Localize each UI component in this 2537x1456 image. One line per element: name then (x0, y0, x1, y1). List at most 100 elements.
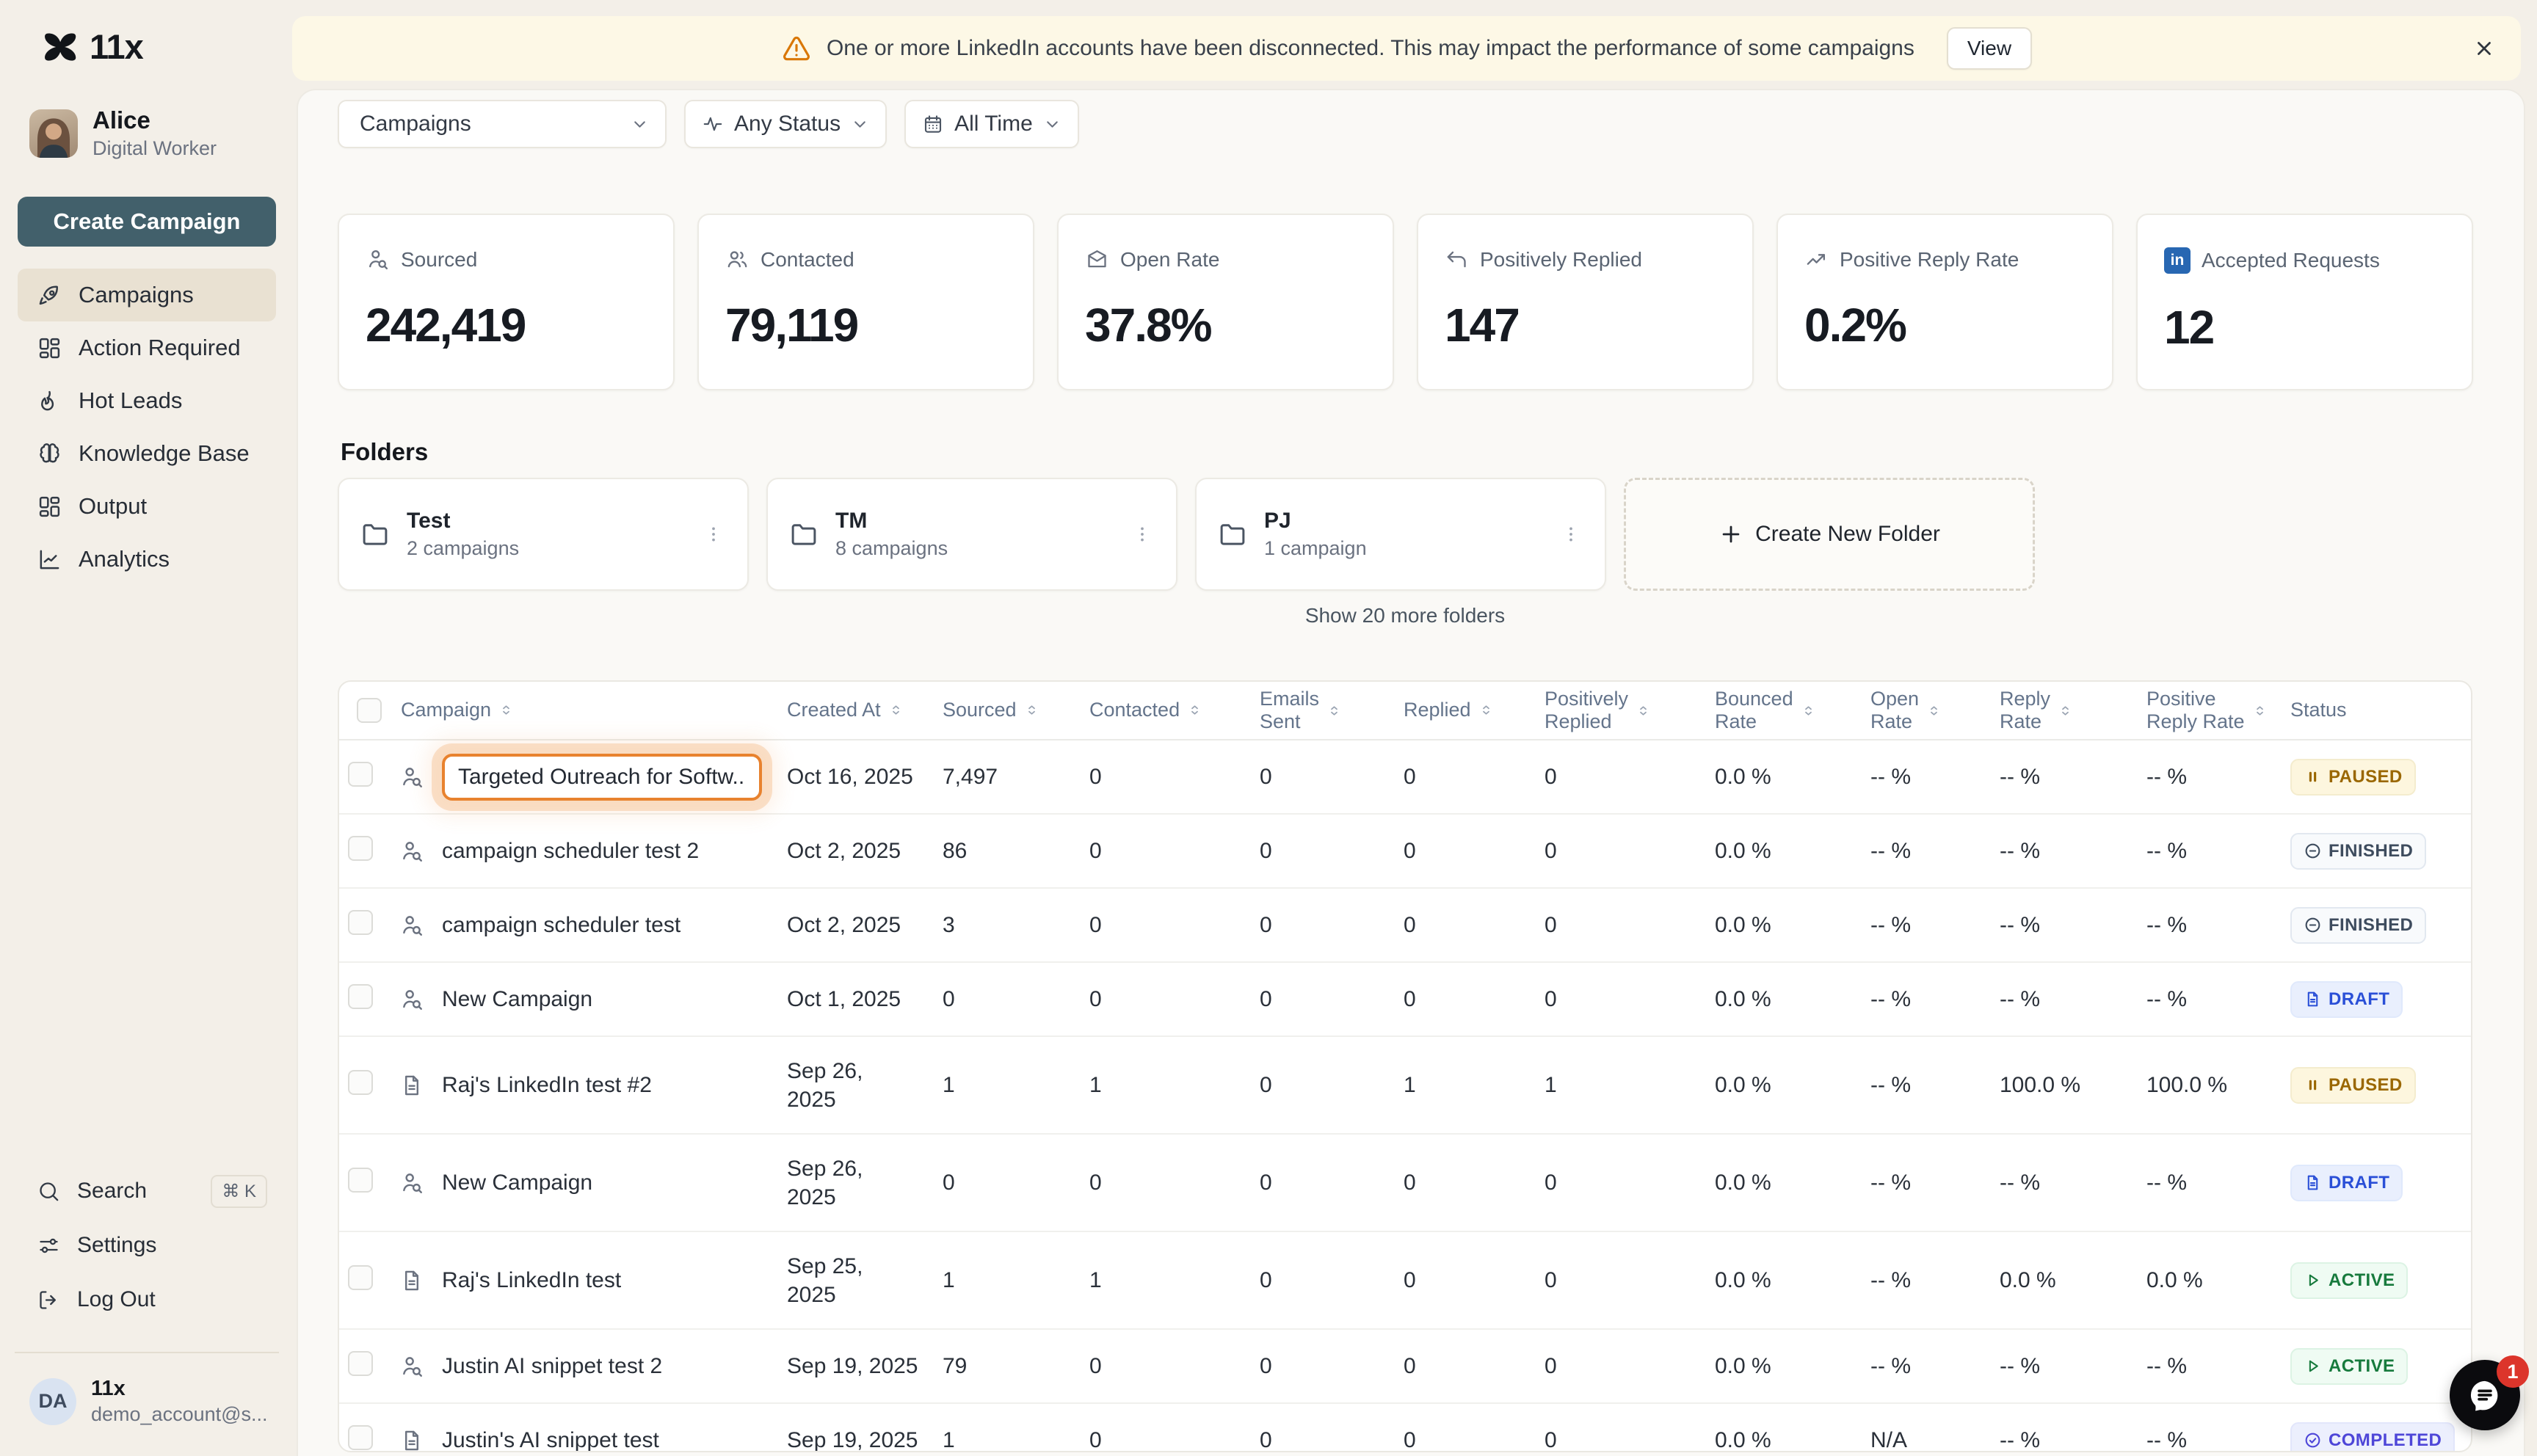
table-row[interactable]: New Campaign Sep 26, 2025 0 0 0 0 0 0.0 … (339, 1135, 2471, 1232)
stat-card: Sourced 242,419 (338, 214, 675, 390)
sort-icon[interactable] (1326, 703, 1342, 718)
status-cell: COMPLETED (2282, 1422, 2471, 1453)
user-search-icon (399, 1171, 424, 1195)
sidebar-nav-item[interactable]: Analytics (18, 533, 276, 586)
sidebar-nav-item[interactable]: Campaigns (18, 269, 276, 321)
sort-icon[interactable] (1187, 702, 1202, 718)
table-row[interactable]: Raj's LinkedIn test Sep 25, 2025 1 1 0 0… (339, 1232, 2471, 1330)
linkedin-warning-banner: One or more LinkedIn accounts have been … (292, 16, 2521, 81)
row-checkbox[interactable] (348, 1265, 373, 1290)
column-header: Positively Replied (1536, 688, 1706, 733)
banner-close-button[interactable] (2468, 32, 2500, 65)
sidebar-nav-item[interactable]: Knowledge Base (18, 427, 276, 480)
row-checkbox[interactable] (348, 1425, 373, 1450)
sort-icon[interactable] (1801, 703, 1816, 718)
row-checkbox[interactable] (348, 1070, 373, 1095)
replied-cell: 0 (1395, 1171, 1536, 1195)
sidebar-nav-item[interactable]: Hot Leads (18, 374, 276, 427)
row-checkbox[interactable] (348, 910, 373, 935)
table-row[interactable]: Justin AI snippet test 2 Sep 19, 2025 79… (339, 1330, 2471, 1404)
create-new-folder-button[interactable]: Create New Folder (1624, 478, 2035, 591)
folder-count: 2 campaigns (407, 537, 519, 560)
status-filter[interactable]: Any Status (684, 100, 887, 148)
campaign-name-input[interactable] (442, 754, 762, 801)
sidebar-footer-item[interactable]: Search ⌘ K (18, 1164, 276, 1218)
emails-sent-cell: 0 (1251, 1354, 1395, 1379)
stat-card: Positively Replied 147 (1417, 214, 1754, 390)
campaign-type-filter[interactable]: Campaigns (338, 100, 667, 148)
folder-card[interactable]: PJ 1 campaign (1195, 478, 1606, 591)
campaign-name[interactable]: New Campaign (442, 987, 592, 1011)
campaign-name[interactable]: Raj's LinkedIn test (442, 1268, 621, 1292)
campaign-name[interactable]: New Campaign (442, 1171, 592, 1195)
close-icon (2473, 37, 2495, 59)
sort-icon[interactable] (2058, 703, 2073, 718)
table-row[interactable]: Raj's LinkedIn test #2 Sep 26, 2025 1 1 … (339, 1037, 2471, 1135)
sort-icon[interactable] (1636, 703, 1651, 718)
account-org: 11x (91, 1377, 268, 1401)
show-more-folders-link[interactable]: Show 20 more folders (1305, 604, 1505, 627)
emails-sent-cell: 0 (1251, 839, 1395, 864)
time-range-filter[interactable]: All Time (904, 100, 1079, 148)
sort-icon[interactable] (1024, 702, 1039, 718)
sidebar-footer-nav: Search ⌘ K Settings Log Out (18, 1164, 276, 1327)
create-campaign-button[interactable]: Create Campaign (18, 197, 276, 247)
column-header-label: Contacted (1089, 699, 1180, 721)
folder-card[interactable]: TM 8 campaigns (766, 478, 1177, 591)
positive-reply-rate-cell: -- % (2138, 839, 2282, 864)
emails-sent-cell: 0 (1251, 765, 1395, 790)
sort-icon[interactable] (888, 702, 904, 718)
sourced-cell: 1 (934, 1268, 1081, 1293)
folder-menu-button[interactable] (1126, 518, 1158, 550)
sidebar-footer-item[interactable]: Settings (18, 1218, 276, 1273)
created-at-cell: Sep 19, 2025 (778, 1426, 934, 1452)
status-label: DRAFT (2329, 989, 2389, 1010)
stat-card: in Accepted Requests 12 (2136, 214, 2473, 390)
campaign-name-cell: Raj's LinkedIn test #2 (433, 1073, 778, 1098)
folder-card[interactable]: Test 2 campaigns (338, 478, 749, 591)
banner-view-button[interactable]: View (1947, 27, 2032, 70)
folders-heading: Folders (341, 438, 428, 466)
campaign-name[interactable]: campaign scheduler test 2 (442, 839, 699, 863)
select-all-checkbox[interactable] (357, 698, 382, 723)
campaign-name[interactable]: campaign scheduler test (442, 913, 680, 937)
reply-rate-cell: -- % (1991, 987, 2138, 1012)
account-row[interactable]: DA 11x demo_account@s... (29, 1377, 272, 1426)
campaign-name[interactable]: Justin AI snippet test 2 (442, 1354, 662, 1378)
campaign-name-cell: New Campaign (433, 1171, 778, 1195)
row-checkbox[interactable] (348, 1351, 373, 1376)
sort-icon[interactable] (1926, 703, 1942, 718)
sidebar-nav-item[interactable]: Action Required (18, 321, 276, 374)
warning-triangle-icon (781, 33, 812, 64)
row-checkbox[interactable] (348, 762, 373, 787)
column-header-label: Replied (1404, 699, 1471, 721)
folder-menu-button[interactable] (1555, 518, 1587, 550)
folder-icon (1217, 519, 1248, 550)
row-checkbox[interactable] (348, 836, 373, 861)
analytics-chart-icon (37, 547, 62, 572)
row-checkbox[interactable] (348, 984, 373, 1009)
chat-widget-button[interactable]: 1 (2450, 1360, 2520, 1430)
table-row[interactable]: campaign scheduler test 2 Oct 2, 2025 86… (339, 815, 2471, 889)
sourced-cell: 79 (934, 1354, 1081, 1379)
table-row[interactable]: New Campaign Oct 1, 2025 0 0 0 0 0 0.0 %… (339, 963, 2471, 1037)
sidebar-footer-item[interactable]: Log Out (18, 1273, 276, 1327)
logo-text: 11x (90, 26, 143, 67)
table-row[interactable]: campaign scheduler test Oct 2, 2025 3 0 … (339, 889, 2471, 963)
sort-icon[interactable] (498, 702, 514, 718)
sidebar-footer-label: Settings (77, 1233, 156, 1258)
table-row[interactable]: Justin's AI snippet test Sep 19, 2025 1 … (339, 1404, 2471, 1452)
row-checkbox[interactable] (348, 1168, 373, 1193)
folder-menu-button[interactable] (697, 518, 730, 550)
sort-icon[interactable] (2252, 703, 2268, 718)
bounced-rate-cell: 0.0 % (1706, 839, 1862, 864)
campaign-name[interactable]: Raj's LinkedIn test #2 (442, 1073, 652, 1097)
sidebar-nav-item[interactable]: Output (18, 480, 276, 533)
campaign-name[interactable]: Justin's AI snippet test (442, 1428, 659, 1452)
sort-icon[interactable] (1478, 702, 1494, 718)
avatar (29, 109, 78, 158)
reply-rate-cell: -- % (1991, 1171, 2138, 1195)
status-cell: FINISHED (2282, 907, 2471, 944)
digital-worker-profile[interactable]: Alice Digital Worker (29, 107, 217, 160)
table-row[interactable]: Oct 16, 2025 7,497 0 0 0 0 0.0 % -- % --… (339, 740, 2471, 815)
